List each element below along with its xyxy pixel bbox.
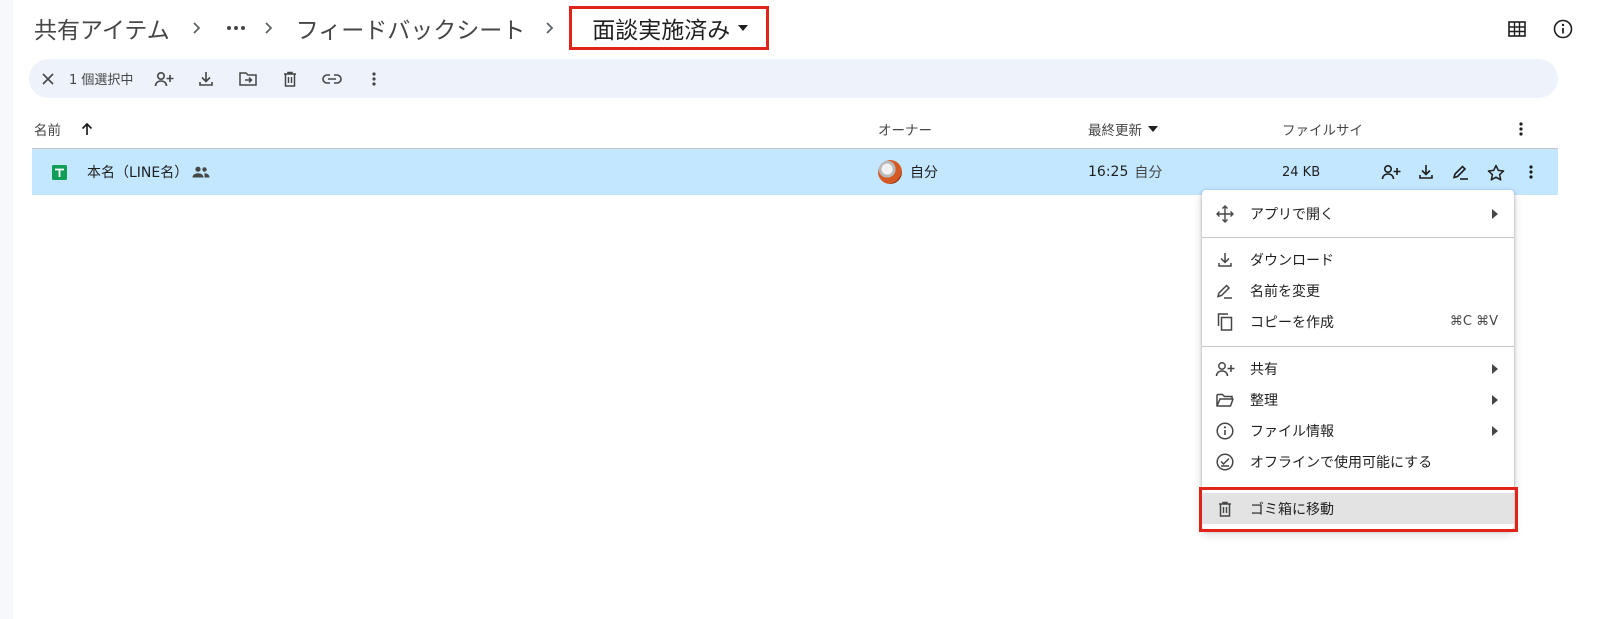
menu-organize[interactable]: 整理 (1202, 384, 1514, 415)
row-actions (1374, 149, 1548, 195)
file-size: 24 KB (1282, 164, 1321, 180)
submenu-arrow-icon (1492, 384, 1498, 415)
menu-share-label: 共有 (1250, 361, 1278, 378)
breadcrumb-feedback-sheet[interactable]: フィードバックシート (296, 11, 526, 45)
menu-rename-label: 名前を変更 (1250, 283, 1320, 300)
grid-view-icon[interactable] (1500, 12, 1534, 46)
column-modified[interactable]: 最終更新 (1088, 110, 1158, 148)
star-icon[interactable] (1479, 155, 1513, 189)
menu-download[interactable]: ダウンロード (1202, 244, 1514, 275)
copy-icon (1214, 311, 1236, 333)
column-file-size[interactable]: ファイルサイ (1282, 110, 1363, 148)
submenu-arrow-icon (1492, 415, 1498, 446)
info-icon[interactable] (1546, 12, 1580, 46)
rename-pencil-icon (1214, 280, 1236, 302)
menu-divider (1202, 346, 1514, 347)
share-icon (1214, 358, 1236, 380)
more-vert-icon[interactable] (1514, 155, 1548, 189)
offline-check-icon (1214, 451, 1236, 473)
file-modified: 16:25 自分 (1088, 149, 1162, 195)
submenu-arrow-icon (1492, 353, 1498, 384)
close-selection-icon[interactable] (31, 62, 65, 96)
left-rail (0, 0, 13, 619)
file-owner: 自分 (910, 165, 938, 181)
folder-open-icon (1214, 389, 1236, 411)
menu-open-with-label: アプリで開く (1250, 206, 1334, 223)
column-header-row: 名前 オーナー 最終更新 ファイルサイ (0, 110, 1610, 148)
view-controls (1500, 12, 1580, 46)
move-arrows-icon (1214, 203, 1236, 225)
more-vert-icon[interactable] (1519, 110, 1523, 148)
caret-down-icon (1148, 126, 1158, 132)
download-icon[interactable] (1409, 155, 1443, 189)
trash-icon[interactable] (273, 62, 307, 96)
chevron-right-icon (254, 0, 284, 56)
caret-down-icon (738, 25, 749, 31)
menu-file-info-label: ファイル情報 (1250, 423, 1334, 440)
menu-available-offline-label: オフラインで使用可能にする (1250, 454, 1433, 471)
breadcrumb-overflow-icon[interactable] (218, 0, 254, 56)
rename-pencil-icon[interactable] (1444, 155, 1478, 189)
avatar-image (878, 160, 902, 184)
breadcrumb-shared-items[interactable]: 共有アイテム (34, 11, 170, 45)
chevron-right-icon (535, 0, 565, 56)
trash-highlight-box (1199, 487, 1518, 532)
share-icon[interactable] (1374, 155, 1408, 189)
file-modified-by: 自分 (1134, 165, 1163, 181)
menu-organize-label: 整理 (1250, 392, 1278, 409)
file-modified-time: 16:25 (1088, 164, 1129, 180)
submenu-arrow-icon (1492, 198, 1498, 229)
menu-share[interactable]: 共有 (1202, 353, 1514, 384)
menu-make-copy-label: コピーを作成 (1250, 314, 1334, 331)
current-folder-dropdown[interactable]: 面談実施済み (569, 6, 770, 50)
menu-file-info[interactable]: ファイル情報 (1202, 415, 1514, 446)
menu-download-label: ダウンロード (1250, 252, 1334, 269)
sort-arrow-up-icon[interactable] (80, 110, 94, 148)
column-name[interactable]: 名前 (34, 110, 61, 148)
more-vert-icon[interactable] (357, 62, 391, 96)
file-row-selected[interactable]: 本名（LINE名） 自分 16:25 自分 24 KB (32, 149, 1558, 195)
selection-count: 1 個選択中 (69, 73, 134, 88)
column-owner[interactable]: オーナー (878, 110, 932, 148)
copy-shortcut: ⌘C ⌘V (1449, 314, 1498, 329)
context-menu: アプリで開く ダウンロード 名前を変更 コピーを作成 ⌘C ⌘V 共有 整理 フ… (1202, 190, 1514, 530)
selection-toolbar: 1 個選択中 (29, 59, 1558, 98)
breadcrumb: 共有アイテム フィードバックシート 面談実施済み (34, 0, 770, 56)
menu-divider (1202, 237, 1514, 238)
menu-make-copy[interactable]: コピーを作成 ⌘C ⌘V (1202, 306, 1514, 337)
download-icon[interactable] (189, 62, 223, 96)
current-folder-title: 面談実施済み (592, 18, 731, 44)
google-sheets-icon (52, 149, 67, 195)
download-icon (1214, 249, 1236, 271)
chevron-right-icon (182, 0, 212, 56)
move-to-folder-icon[interactable] (231, 62, 265, 96)
share-icon[interactable] (147, 62, 181, 96)
column-modified-label: 最終更新 (1088, 123, 1142, 139)
menu-open-with[interactable]: アプリで開く (1202, 198, 1514, 229)
owner-avatar (878, 149, 902, 195)
link-icon[interactable] (315, 62, 349, 96)
info-icon (1214, 420, 1236, 442)
menu-rename[interactable]: 名前を変更 (1202, 275, 1514, 306)
file-name: 本名（LINE名） (87, 165, 189, 181)
menu-available-offline[interactable]: オフラインで使用可能にする (1202, 446, 1514, 477)
shared-people-icon (192, 149, 210, 195)
